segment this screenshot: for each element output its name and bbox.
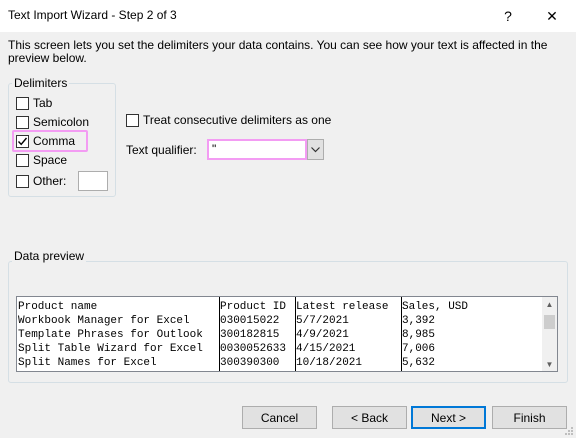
delimiters-legend: Delimiters [12, 76, 70, 90]
semicolon-option[interactable]: Semicolon [16, 114, 89, 130]
preview-cell: 5/7/2021 [296, 315, 349, 327]
text-qualifier-label: Text qualifier: [126, 143, 197, 157]
preview-cell: 7,006 [402, 343, 436, 355]
scrollbar-thumb[interactable] [544, 315, 555, 329]
close-icon: ✕ [546, 7, 558, 24]
checkmark-icon [17, 137, 28, 145]
preview-cell: Split Table Wizard for Excel [18, 343, 203, 355]
treat-consecutive-option[interactable]: Treat consecutive delimiters as one [126, 112, 331, 128]
window-title: Text Import Wizard - Step 2 of 3 [8, 8, 177, 22]
data-preview-legend: Data preview [12, 249, 87, 263]
back-button[interactable]: < Back [332, 406, 407, 429]
other-label: Other: [33, 174, 67, 188]
preview-cell: Latest release [296, 301, 389, 313]
help-icon: ? [504, 8, 512, 24]
preview-row: Template Phrases for Outlook 300182815 4… [17, 328, 542, 342]
preview-cell: Template Phrases for Outlook [18, 329, 203, 341]
back-button-label: < Back [350, 410, 389, 425]
finish-button-label: Finish [513, 410, 546, 425]
resize-grip-icon[interactable] [564, 426, 574, 436]
other-delimiter-input[interactable] [78, 171, 108, 191]
space-option[interactable]: Space [16, 152, 67, 168]
semicolon-checkbox[interactable] [16, 115, 29, 129]
preview-cell: Split Names for Excel [18, 357, 157, 369]
next-button[interactable]: Next > [411, 406, 486, 429]
semicolon-label: Semicolon [33, 115, 90, 129]
preview-cell: 0030052633 [220, 343, 287, 355]
treat-consecutive-label: Treat consecutive delimiters as one [143, 113, 332, 127]
cancel-button[interactable]: Cancel [242, 406, 317, 429]
text-qualifier-dropdown-button[interactable] [307, 139, 324, 160]
preview-cell: 5,632 [402, 357, 436, 369]
next-button-label: Next > [430, 410, 466, 425]
preview-cell: 3,392 [402, 315, 436, 327]
preview-row: Product name Product ID Latest release S… [17, 300, 542, 314]
comma-label: Comma [33, 134, 76, 148]
data-preview-grid[interactable]: Product name Product ID Latest release S… [16, 296, 557, 372]
comma-option[interactable]: Comma [16, 133, 75, 149]
preview-cell: 300182815 [220, 329, 280, 341]
preview-row: Split Names for Excel 300390300 10/18/20… [17, 356, 542, 370]
treat-consecutive-checkbox[interactable] [126, 113, 139, 127]
chevron-down-icon [311, 146, 320, 152]
preview-cell: 4/9/2021 [296, 329, 349, 341]
tab-label: Tab [33, 96, 53, 110]
preview-cell: Product ID [220, 301, 287, 313]
tab-checkbox[interactable] [16, 96, 29, 110]
finish-button[interactable]: Finish [492, 406, 567, 429]
scroll-down-arrow-icon[interactable]: ▼ [542, 357, 557, 372]
preview-row: Workbook Manager for Excel 030015022 5/7… [17, 314, 542, 328]
other-checkbox[interactable] [16, 174, 29, 188]
preview-cell: Product name [18, 301, 98, 313]
preview-cell: 8,985 [402, 329, 436, 341]
preview-cell: 10/18/2021 [296, 357, 363, 369]
preview-cell: Sales, USD [402, 301, 469, 313]
other-option[interactable]: Other: [16, 173, 66, 189]
preview-vertical-scrollbar[interactable]: ▲ ▼ [542, 296, 558, 372]
text-qualifier-select[interactable]: " [207, 139, 307, 160]
tab-option[interactable]: Tab [16, 95, 52, 111]
title-bar: Text Import Wizard - Step 2 of 3 ? ✕ [0, 0, 576, 32]
scroll-up-arrow-icon[interactable]: ▲ [542, 297, 557, 312]
instructions-text: This screen lets you set the delimiters … [8, 38, 548, 65]
comma-checkbox[interactable] [16, 134, 29, 148]
preview-cell: Workbook Manager for Excel [18, 315, 190, 327]
close-button[interactable]: ✕ [532, 0, 572, 32]
space-label: Space [33, 153, 68, 167]
preview-row: Split Table Wizard for Excel 0030052633 … [17, 342, 542, 356]
preview-cell: 030015022 [220, 315, 280, 327]
preview-cell: 4/15/2021 [296, 343, 356, 355]
cancel-button-label: Cancel [260, 410, 299, 425]
help-button[interactable]: ? [488, 0, 528, 32]
space-checkbox[interactable] [16, 153, 29, 167]
preview-cell: 300390300 [220, 357, 280, 369]
